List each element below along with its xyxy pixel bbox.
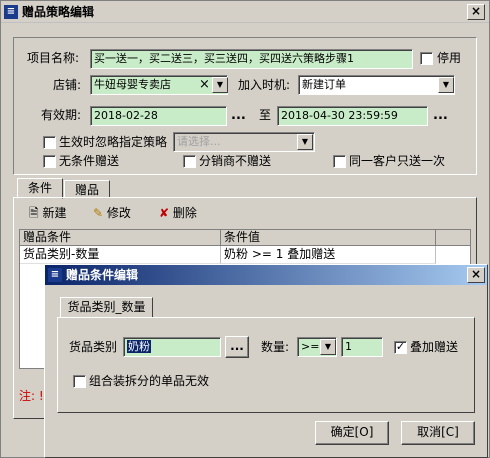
dialog-close-button[interactable]: × — [467, 267, 485, 283]
combo-split-label: 组合装拆分的单品无效 — [89, 374, 210, 388]
combo-split-checkbox[interactable] — [73, 375, 86, 388]
join-timing-value: 新建订单 — [302, 78, 346, 91]
window-close-button[interactable]: × — [467, 4, 485, 20]
gift-condition-dialog: ≡ 赠品条件编辑 × 货品类别_数量 货品类别 奶粉 ... 数量: >= ▼ … — [44, 264, 488, 458]
ignore-strategy-placeholder: 请选择... — [177, 135, 221, 148]
disable-label: 停用 — [437, 51, 462, 65]
valid-from-picker-button[interactable]: ... — [231, 107, 246, 125]
cancel-button[interactable]: 取消[C] — [401, 421, 475, 445]
join-timing-label: 加入时机: — [238, 78, 291, 92]
project-name-label: 项目名称: — [27, 51, 80, 65]
delete-x-icon: ✘ — [159, 206, 170, 220]
window-title: 赠品策略编辑 — [22, 5, 95, 19]
store-dropdown-icon[interactable]: ▼ — [212, 77, 228, 93]
grid-header-filler — [436, 230, 471, 246]
grid-cell-condition: 货品类别-数量 — [20, 246, 221, 264]
dialog-tab-panel — [57, 317, 475, 413]
ignore-strategy-dropdown-icon[interactable]: ▼ — [297, 134, 313, 150]
no-condition-label: 无条件赠送 — [59, 154, 120, 168]
store-value: 牛妞母婴专卖店 — [94, 78, 171, 91]
dialog-titlebar: ≡ 赠品条件编辑 × — [45, 265, 487, 285]
window-titlebar: ≡ 赠品策略编辑 × — [1, 1, 489, 23]
same-customer-label: 同一客户只送一次 — [349, 154, 446, 168]
distributor-label: 分销商不赠送 — [199, 154, 272, 168]
operator-dropdown-icon[interactable]: ▼ — [320, 339, 336, 355]
category-input[interactable]: 奶粉 — [123, 337, 221, 357]
tab-category-quantity[interactable]: 货品类别_数量 — [60, 297, 153, 318]
category-label: 货品类别 — [69, 340, 118, 354]
ignore-strategy-select[interactable]: 请选择... — [173, 132, 315, 152]
valid-period-label: 有效期: — [41, 108, 82, 122]
category-browse-button[interactable]: ... — [225, 336, 249, 358]
join-timing-select[interactable]: 新建订单 — [298, 75, 455, 95]
quantity-label: 数量: — [261, 340, 290, 354]
grid-header-condition[interactable]: 赠品条件 — [20, 230, 221, 246]
stack-gift-label: 叠加赠送 — [410, 340, 459, 354]
delete-button-label: 删除 — [172, 206, 197, 220]
new-button-label: 新建 — [42, 206, 67, 220]
delete-button[interactable]: ✘ 删除 — [159, 204, 197, 222]
document-icon: 🗎 — [29, 206, 39, 220]
pencil-icon: ✎ — [93, 206, 104, 220]
valid-from-input[interactable]: 2018-02-28 — [90, 106, 227, 126]
new-button[interactable]: 🗎 新建 — [29, 204, 67, 222]
grid-cell-value: 奶粉 >= 1 叠加赠送 — [221, 246, 436, 264]
ignore-strategy-checkbox[interactable] — [43, 136, 56, 149]
valid-to-picker-button[interactable]: ... — [433, 107, 448, 125]
no-condition-checkbox[interactable] — [43, 155, 56, 168]
same-customer-checkbox[interactable] — [333, 155, 346, 168]
store-label: 店铺: — [53, 78, 82, 92]
store-clear-icon[interactable]: × — [199, 76, 210, 94]
project-name-input[interactable]: 买一送一，买二送三，买三送四，买四送六策略步骤1 — [90, 49, 413, 69]
tab-gifts[interactable]: 赠品 — [64, 180, 110, 198]
category-value: 奶粉 — [127, 340, 151, 353]
table-row[interactable]: 货品类别-数量 奶粉 >= 1 叠加赠送 — [20, 246, 471, 264]
distributor-checkbox[interactable] — [183, 155, 196, 168]
ignore-strategy-label: 生效时忽略指定策略 — [59, 135, 168, 149]
edit-button[interactable]: ✎ 修改 — [93, 204, 131, 222]
valid-to-input[interactable]: 2018-04-30 23:59:59 — [277, 106, 428, 126]
dialog-title: 赠品条件编辑 — [66, 268, 139, 282]
ok-button[interactable]: 确定[O] — [315, 421, 389, 445]
note-text: 注: ! — [19, 389, 44, 403]
disable-checkbox[interactable] — [420, 52, 433, 65]
grid-header-value[interactable]: 条件值 — [221, 230, 436, 246]
quantity-input[interactable]: 1 — [341, 337, 383, 357]
dialog-app-icon: ≡ — [48, 268, 62, 282]
edit-button-label: 修改 — [106, 206, 131, 220]
stack-gift-checkbox[interactable]: ✓ — [394, 341, 407, 354]
operator-value: >= — [301, 340, 320, 353]
valid-to-label: 至 — [259, 108, 272, 122]
app-icon: ≡ — [4, 5, 18, 19]
tab-conditions[interactable]: 条件 — [17, 178, 63, 199]
join-timing-dropdown-icon[interactable]: ▼ — [438, 77, 454, 93]
